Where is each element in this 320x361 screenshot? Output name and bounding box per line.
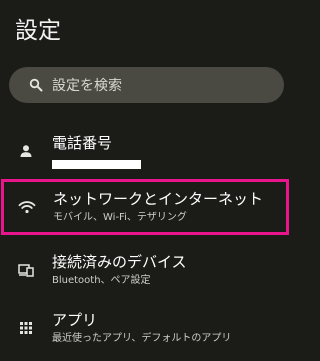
settings-item-phone-number[interactable]: 電話番号 xyxy=(0,128,291,174)
search-icon xyxy=(26,78,46,92)
wifi-icon xyxy=(17,197,37,217)
settings-item-subtitle: モバイル、Wi-Fi、テザリング xyxy=(53,212,187,223)
settings-item-title: 接続済みのデバイス xyxy=(52,253,187,271)
apps-grid-icon xyxy=(16,318,36,338)
redacted-phone-number xyxy=(52,160,141,169)
settings-item-title: ネットワークとインターネット xyxy=(53,190,264,208)
settings-screen: 設定 設定を検索 電話番号 ネットワークとインターネット モバイル、Wi-Fi、… xyxy=(0,0,291,361)
settings-item-subtitle: 最近使ったアプリ、デフォルトのアプリ xyxy=(52,333,232,344)
settings-item-network-internet[interactable]: ネットワークとインターネット モバイル、Wi-Fi、テザリング xyxy=(1,179,289,235)
settings-item-connected-devices[interactable]: 接続済みのデバイス Bluetooth、ペア設定 xyxy=(0,245,291,295)
settings-item-apps[interactable]: アプリ 最近使ったアプリ、デフォルトのアプリ xyxy=(0,303,291,353)
connected-devices-icon xyxy=(16,260,36,280)
settings-item-title: 電話番号 xyxy=(52,134,113,152)
search-placeholder: 設定を検索 xyxy=(52,78,122,94)
settings-item-title: アプリ xyxy=(52,311,98,329)
search-bar[interactable]: 設定を検索 xyxy=(9,67,284,103)
settings-item-subtitle: Bluetooth、ペア設定 xyxy=(52,275,151,286)
person-icon xyxy=(16,141,36,161)
page-title: 設定 xyxy=(15,18,61,44)
